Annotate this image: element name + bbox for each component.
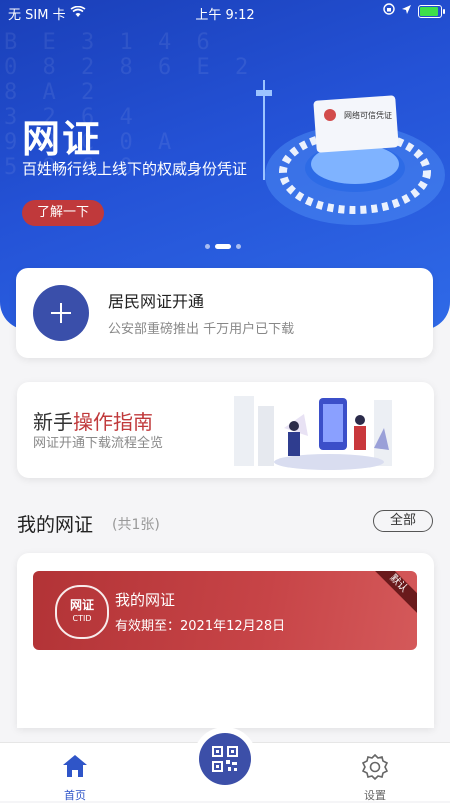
carousel-dot[interactable] — [236, 244, 241, 249]
guide-subtitle: 网证开通下载流程全览 — [33, 436, 164, 451]
guide-title-prefix: 新手 — [33, 410, 73, 434]
status-bar: 无 SIM 卡 上午 9:12 — [0, 0, 450, 24]
location-icon — [401, 4, 412, 19]
open-id-title: 居民网证开通 — [108, 292, 205, 311]
open-id-subtitle: 公安部重磅推出 千万用户已下载 — [108, 322, 295, 337]
my-ids-panel: 网证 CTID 我的网证 有效期至：2021年12月28日 默认 — [17, 553, 434, 728]
open-id-card[interactable]: 居民网证开通 公安部重磅推出 千万用户已下载 — [16, 268, 433, 358]
tab-settings-label: 设置 — [364, 789, 386, 802]
ctid-logo: 网证 CTID — [55, 585, 109, 639]
carousel-dot-active[interactable] — [215, 244, 231, 249]
default-badge: 默认 — [368, 571, 417, 614]
id-card[interactable]: 网证 CTID 我的网证 有效期至：2021年12月28日 默认 — [33, 571, 417, 650]
guide-illustration — [234, 396, 392, 470]
gear-icon — [361, 753, 389, 781]
tab-home-label: 首页 — [64, 789, 86, 802]
id-card-name: 我的网证 — [115, 591, 176, 609]
view-all-button[interactable]: 全部 — [373, 510, 433, 532]
qr-code-icon — [212, 746, 238, 772]
hero-title: 网证 — [22, 117, 103, 161]
guide-title: 新手操作指南 — [33, 406, 153, 435]
id-card-expiry: 有效期至：2021年12月28日 — [115, 619, 286, 634]
learn-more-button[interactable]: 了解一下 — [22, 200, 104, 226]
battery-icon — [418, 4, 445, 18]
ctid-logo-sub: CTID — [72, 614, 92, 623]
ctid-logo-text: 网证 — [69, 598, 94, 612]
my-ids-title: 我的网证 — [17, 514, 94, 536]
hero-subtitle: 百姓畅行线上线下的权威身份凭证 — [22, 160, 248, 178]
plus-icon[interactable] — [33, 285, 89, 341]
orientation-lock-icon — [383, 3, 395, 19]
carousel-indicator[interactable] — [205, 244, 241, 249]
id-card-illustration: 网络可信凭证 — [256, 80, 445, 225]
beginner-guide-card[interactable]: 新手操作指南 网证开通下载流程全览 — [17, 382, 434, 478]
my-ids-count: (共1张) — [112, 517, 160, 533]
svg-text:网络可信凭证: 网络可信凭证 — [344, 110, 392, 120]
guide-title-accent: 操作指南 — [73, 410, 153, 434]
scan-qr-button[interactable] — [199, 733, 251, 785]
carousel-dot[interactable] — [205, 244, 210, 249]
home-icon — [63, 755, 87, 777]
